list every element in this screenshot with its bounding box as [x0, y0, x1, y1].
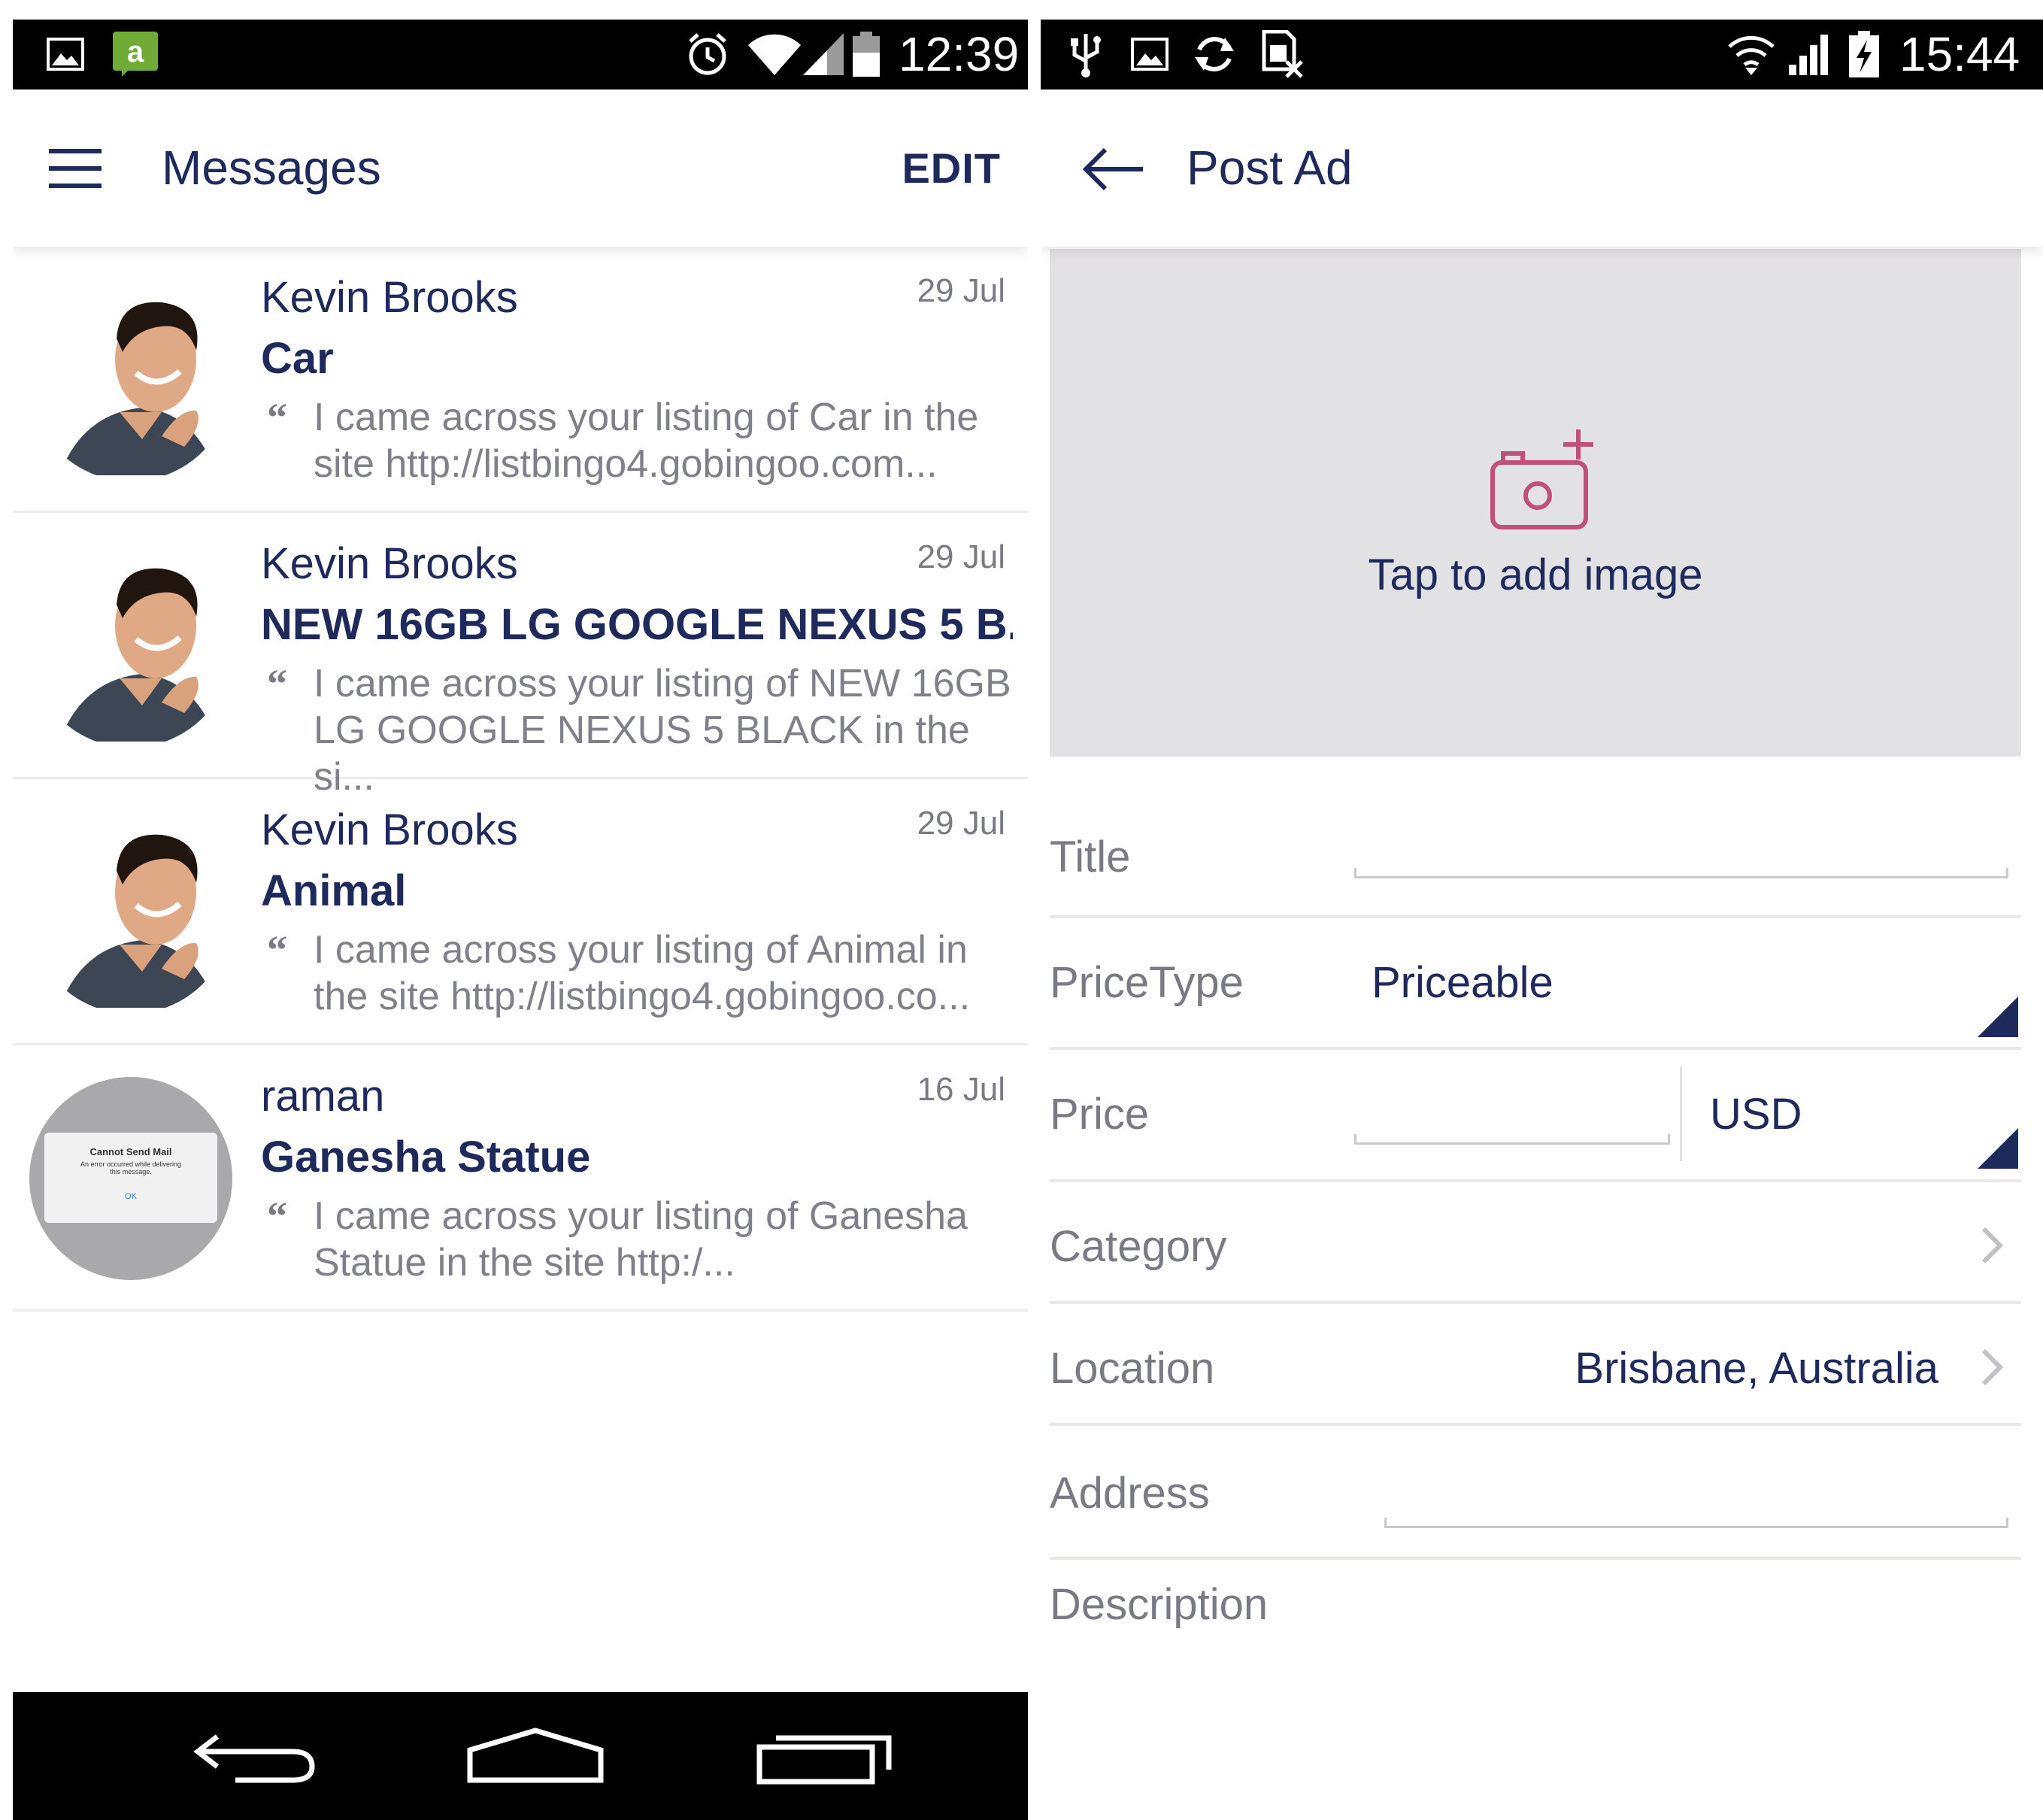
message-subject: Ganesha Statue	[261, 1133, 591, 1181]
page-title: Post Ad	[1187, 141, 1353, 195]
address-label: Address	[1050, 1469, 1210, 1518]
message-date: 29 Jul	[917, 538, 1005, 575]
recents-nav-icon[interactable]	[753, 1715, 896, 1797]
message-sender: Kevin Brooks	[261, 273, 518, 322]
status-time: 15:44	[1899, 27, 2020, 81]
post-ad-screen: 15:44 Post Ad Tap to add image Title Pri…	[1041, 20, 2043, 1820]
message-list-item[interactable]: Kevin Brooks 29 Jul Animal “ I came acro…	[13, 779, 1028, 1045]
message-sender: raman	[261, 1072, 385, 1121]
status-bar: a 12:39	[13, 20, 1028, 89]
price-row: Price USD	[1050, 1050, 2021, 1182]
title-row: Title	[1050, 757, 2021, 918]
dialog-line: An error occurred while delivering	[80, 1160, 182, 1168]
page-title: Messages	[162, 141, 381, 195]
messages-app-bar: Messages EDIT	[13, 89, 1028, 247]
message-preview-line: I came across your listing of Animal in	[314, 928, 968, 972]
address-row: Address	[1050, 1426, 2021, 1560]
add-image-label: Tap to add image	[1368, 551, 1703, 599]
signal-icon	[801, 27, 846, 81]
message-list-item[interactable]: Cannot Send Mail An error occurred while…	[13, 1045, 1028, 1312]
address-input[interactable]	[1384, 1518, 2008, 1528]
message-preview-line: the site http://listbingo4.gobingoo.co..…	[314, 975, 971, 1018]
message-date: 29 Jul	[917, 272, 1005, 309]
home-nav-icon[interactable]	[464, 1715, 607, 1797]
dropdown-arrow-icon	[1978, 996, 2018, 1037]
message-sender: Kevin Brooks	[261, 805, 518, 854]
system-nav-bar	[13, 1692, 1028, 1820]
dialog-title: Cannot Send Mail	[89, 1146, 172, 1157]
screenshot-avatar: Cannot Send Mail An error occurred while…	[29, 1077, 232, 1280]
message-date: 29 Jul	[917, 805, 1005, 842]
message-list: Kevin Brooks 29 Jul Car “ I came across …	[13, 247, 1028, 1312]
quote-icon: “	[267, 927, 287, 972]
price-divider	[1680, 1066, 1682, 1161]
currency-select[interactable]: USD	[1710, 1089, 1802, 1139]
alarm-icon	[682, 27, 733, 81]
price-type-row[interactable]: PriceType Priceable	[1050, 918, 2021, 1050]
title-input[interactable]	[1354, 868, 2008, 878]
price-type-select[interactable]: Priceable	[1372, 957, 1553, 1008]
message-subject: Car	[261, 334, 334, 383]
message-sender: Kevin Brooks	[261, 539, 518, 588]
sim-blocked-icon	[1257, 27, 1307, 81]
title-label: Title	[1050, 833, 1131, 881]
price-input[interactable]	[1354, 1134, 1670, 1145]
usb-icon	[1063, 27, 1108, 81]
quote-icon: “	[267, 1194, 287, 1239]
battery-icon	[847, 27, 885, 81]
message-preview-line: I came across your listing of Ganesha	[314, 1194, 968, 1238]
location-value: Brisbane, Australia	[1575, 1344, 1938, 1393]
message-preview: I came across your listing of Ganesha St…	[314, 1193, 1028, 1286]
message-preview: I came across your listing of Animal in …	[314, 927, 1028, 1020]
location-label: Location	[1050, 1344, 1215, 1393]
arrow-back-icon[interactable]	[1080, 145, 1146, 193]
message-preview-line: Statue in the site http:/...	[314, 1241, 735, 1285]
person-avatar	[29, 811, 232, 1014]
wifi-icon	[746, 27, 802, 81]
category-label: Category	[1050, 1222, 1227, 1271]
error-dialog-thumbnail: Cannot Send Mail An error occurred while…	[44, 1133, 217, 1223]
chevron-right-icon	[1979, 1346, 2006, 1392]
sync-icon	[1190, 27, 1239, 81]
person-avatar	[29, 278, 232, 481]
message-subject: NEW 16GB LG GOOGLE NEXUS 5 B...	[261, 600, 1013, 649]
location-row[interactable]: Location Brisbane, Australia	[1050, 1304, 2021, 1426]
quote-icon: “	[267, 395, 287, 440]
message-date: 16 Jul	[917, 1071, 1005, 1108]
message-subject: Animal	[261, 866, 407, 915]
dialog-ok: OK	[125, 1192, 137, 1201]
svg-text:a: a	[127, 35, 144, 68]
description-label: Description	[1050, 1580, 1269, 1629]
description-row[interactable]: Description	[1050, 1560, 2021, 1785]
chevron-right-icon	[1979, 1224, 2006, 1270]
message-list-item[interactable]: Kevin Brooks 29 Jul Car “ I came across …	[13, 247, 1028, 513]
message-preview-line: I came across your listing of Car in the	[314, 396, 979, 439]
dialog-line: this message.	[110, 1168, 152, 1175]
battery-charging-icon	[1845, 27, 1883, 81]
category-row[interactable]: Category	[1050, 1182, 2021, 1304]
status-bar: 15:44	[1041, 20, 2043, 89]
message-preview-line: site http://listbingo4.gobingoo.com...	[314, 442, 938, 486]
amazon-app-icon: a	[109, 27, 162, 81]
dropdown-arrow-icon	[1978, 1128, 2018, 1169]
signal-icon	[1785, 27, 1833, 81]
price-label: Price	[1050, 1090, 1150, 1139]
back-nav-icon[interactable]	[187, 1715, 323, 1797]
message-preview: I came across your listing of Car in the…	[314, 394, 1028, 487]
hamburger-menu-icon[interactable]	[47, 144, 103, 193]
person-avatar	[29, 544, 232, 748]
status-time: 12:39	[899, 27, 1020, 81]
price-type-label: PriceType	[1050, 958, 1244, 1007]
edit-button[interactable]: EDIT	[902, 89, 1001, 247]
gallery-icon	[43, 27, 88, 81]
message-preview-line: I came across your listing of NEW 16GB	[314, 662, 1011, 705]
quote-icon: “	[267, 661, 287, 706]
add-camera-icon	[1490, 429, 1595, 538]
image-picker[interactable]: Tap to add image	[1050, 249, 2021, 757]
message-list-item[interactable]: Kevin Brooks 29 Jul NEW 16GB LG GOOGLE N…	[13, 513, 1028, 799]
messages-screen: a 12:39 Messages EDIT Kevin Brooks 29 Ju…	[13, 20, 1028, 1820]
gallery-icon	[1127, 27, 1172, 81]
post-ad-app-bar: Post Ad	[1041, 89, 2043, 247]
wifi-icon	[1725, 27, 1778, 81]
